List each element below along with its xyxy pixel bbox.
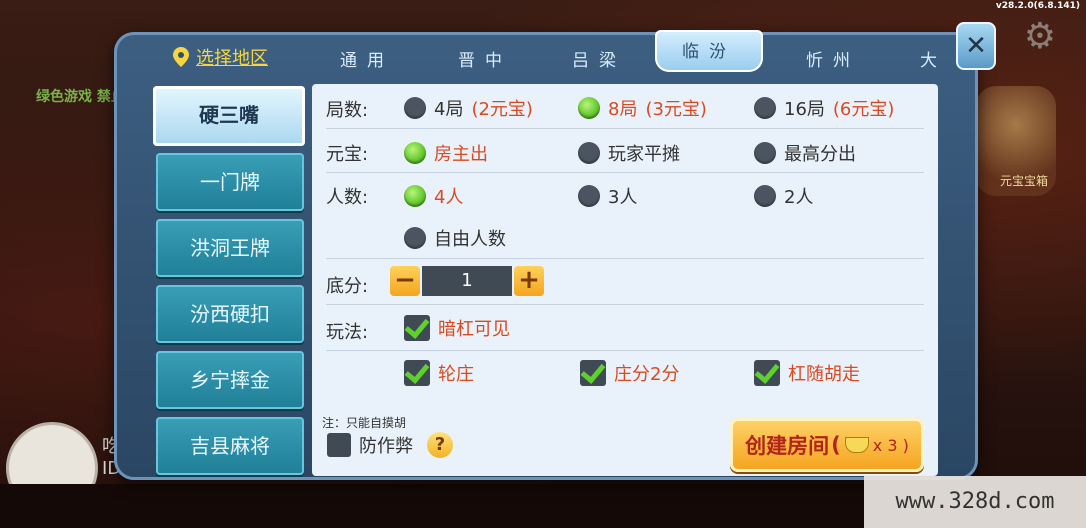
gear-icon[interactable]: ⚙ [1024,16,1056,57]
players-option-4[interactable]: 4人 [404,183,463,209]
close-button[interactable]: ✕ [956,22,996,70]
rules-row-2: 轮庄 庄分2分 杠随胡走 [326,352,924,394]
create-room-button[interactable]: 创建房间 ( x 3 ) [730,418,924,472]
radio-icon [404,97,426,119]
payment-option-split[interactable]: 玩家平摊 [578,140,680,166]
rounds-option-8[interactable]: 8局 (3元宝) [578,95,707,121]
anti-cheat-label: 防作弊 [359,436,413,457]
option-text: 2人 [784,187,814,208]
payment-option-highest[interactable]: 最高分出 [754,140,856,166]
option-cost: (2元宝) [471,99,533,120]
radio-icon [754,97,776,119]
treasure-label: 元宝宝箱 [999,174,1048,188]
option-text: 16局 [784,99,825,120]
sidebar-item-yimenpai[interactable]: 一门牌 [156,153,304,211]
tab-lvliang[interactable]: 吕梁 [572,46,626,71]
option-text: 庄分2分 [614,364,680,385]
base-score-label: 底分: [326,276,369,297]
radio-selected-icon [578,97,600,119]
rule-zhuangfen[interactable]: 庄分2分 [580,360,679,386]
anti-cheat-option[interactable]: 防作弊 ? [327,432,453,458]
option-text: 玩家平摊 [608,144,680,165]
base-score-stepper: − 1 + [390,266,544,296]
radio-icon [578,185,600,207]
tab-da[interactable]: 大 [920,46,947,71]
tab-jinzhong[interactable]: 晋中 [458,46,512,71]
plus-button[interactable]: + [514,266,544,296]
sidebar-item-xiangning[interactable]: 乡宁摔金 [156,351,304,409]
rules-row: 玩法: 暗杠可见 [326,306,924,351]
option-text: 房主出 [434,144,488,165]
payment-option-owner[interactable]: 房主出 [404,140,488,166]
tab-general[interactable]: 通用 [340,46,394,71]
rule-note: 注：只能自摸胡 [322,416,407,430]
rules-label: 玩法: [326,322,369,343]
help-icon[interactable]: ? [427,432,453,458]
checkbox-checked-icon [404,360,430,386]
option-text: 3人 [608,187,638,208]
rule-gangsui[interactable]: 杠随胡走 [754,360,860,386]
sidebar-item-fenxi[interactable]: 汾西硬扣 [156,285,304,343]
radio-selected-icon [404,142,426,164]
checkbox-icon [327,433,351,457]
option-text: 8局 [608,99,638,120]
checkbox-checked-icon [580,360,606,386]
version-label: v28.2.0(6.8.141) [995,1,1080,11]
players-option-2[interactable]: 2人 [754,183,813,209]
option-text: 杠随胡走 [788,364,860,385]
ingot-icon [844,437,869,453]
rounds-label: 局数: [326,100,369,121]
radio-icon [404,227,426,249]
radio-icon [754,142,776,164]
option-cost: (6元宝) [832,99,895,120]
paren-open: ( [831,433,841,457]
rule-angang-visible[interactable]: 暗杠可见 [404,315,510,341]
rounds-option-16[interactable]: 16局 (6元宝) [754,95,894,121]
sidebar-item-yingsanzui[interactable]: 硬三嘴 [153,86,305,146]
option-cost: (3元宝) [645,99,707,120]
create-room-label: 创建房间 [745,434,830,458]
base-score-value[interactable]: 1 [422,266,512,296]
checkbox-checked-icon [404,315,430,341]
close-icon: ✕ [965,31,987,61]
watermark: www.328d.com [864,476,1086,528]
option-text: 最高分出 [784,144,856,165]
tab-xinzhou[interactable]: 忻州 [806,46,860,71]
option-text: 4人 [434,187,464,208]
rounds-option-4[interactable]: 4局 (2元宝) [404,95,533,121]
region-selector[interactable]: 选择地区 [172,44,268,70]
option-text: 暗杠可见 [438,319,510,340]
players-row: 人数: 4人 3人 2人 自由人数 [326,174,924,259]
room-cost: x 3 ) [872,435,909,455]
radio-selected-icon [404,185,426,207]
radio-icon [578,142,600,164]
players-option-free[interactable]: 自由人数 [404,225,506,251]
radio-icon [754,185,776,207]
bg-left-notice: 绿色游戏 禁止 [36,89,125,105]
checkbox-checked-icon [754,360,780,386]
tab-linfen[interactable]: 临汾 [655,30,763,72]
payment-label: 元宝: [326,144,369,165]
minus-button[interactable]: − [390,266,420,296]
option-text: 自由人数 [434,229,506,250]
rounds-row: 局数: 4局 (2元宝) 8局 (3元宝) 16局 (6元宝) [326,84,924,129]
location-pin-icon [173,47,189,67]
base-score-row: 底分: − 1 + [326,260,924,305]
players-option-3[interactable]: 3人 [578,183,637,209]
players-label: 人数: [326,187,369,208]
sidebar-item-hongdong[interactable]: 洪洞王牌 [156,219,304,277]
payment-row: 元宝: 房主出 玩家平摊 最高分出 [326,130,924,173]
option-text: 轮庄 [438,364,474,385]
region-label: 选择地区 [196,48,268,69]
option-text: 4局 [434,99,464,120]
rule-lunzhuang[interactable]: 轮庄 [404,360,474,386]
sidebar-item-jixian[interactable]: 吉县麻将 [156,417,304,475]
